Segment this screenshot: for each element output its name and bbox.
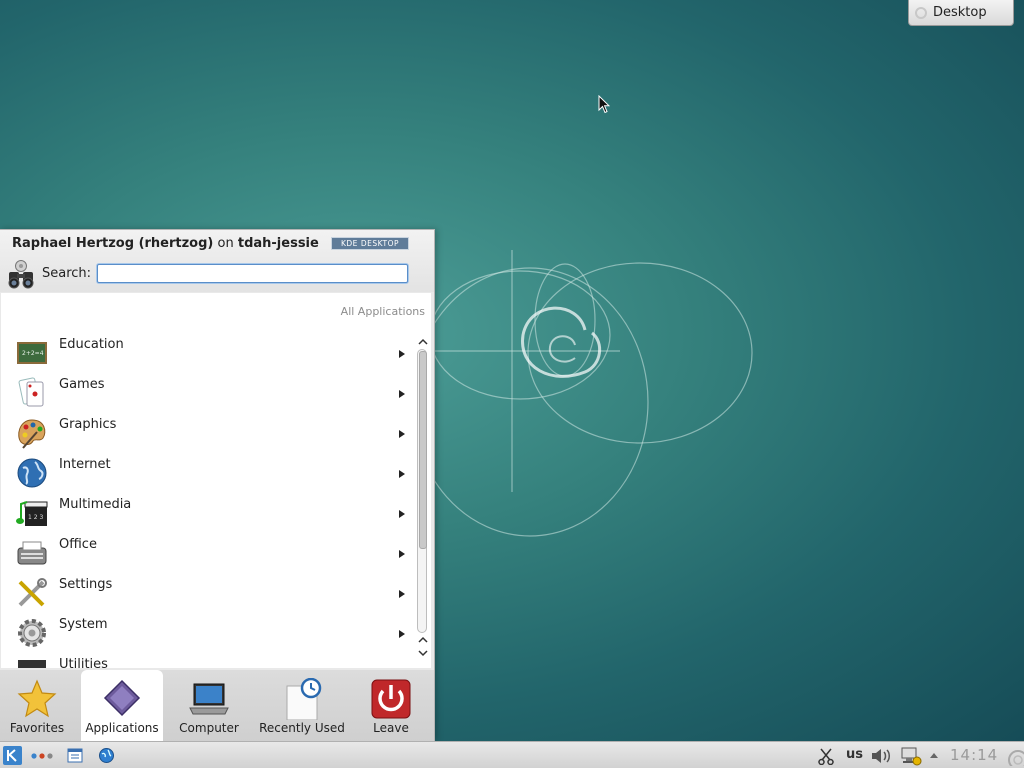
- category-label: Utilities: [59, 657, 108, 668]
- scroll-track[interactable]: [417, 349, 427, 633]
- scroll-thumb[interactable]: [419, 351, 427, 549]
- system-icon: [18, 619, 46, 647]
- activity-dots-icon[interactable]: [31, 753, 53, 759]
- tray-expand-arrow-icon[interactable]: [930, 753, 938, 758]
- user-host-line: Raphael Hertzog (rhertzog) on tdah-jessi…: [12, 236, 319, 251]
- submenu-arrow-icon: [399, 390, 405, 398]
- education-icon: 2+2=4: [17, 342, 47, 364]
- submenu-arrow-icon: [399, 470, 405, 478]
- applications-icon: [103, 679, 141, 717]
- breadcrumb-all-applications[interactable]: All Applications: [341, 305, 425, 318]
- kde-desktop-badge: KDE DESKTOP: [331, 237, 409, 250]
- category-label: Graphics: [59, 417, 117, 432]
- category-label: Internet: [59, 457, 111, 472]
- category-system[interactable]: System: [1, 613, 413, 653]
- submenu-arrow-icon: [399, 590, 405, 598]
- internet-icon: [17, 458, 47, 488]
- category-label: Games: [59, 377, 105, 392]
- search-input[interactable]: [97, 264, 408, 283]
- office-icon: [17, 541, 47, 565]
- digital-clock[interactable]: 14:14: [950, 746, 998, 764]
- tab-label: Leave: [373, 721, 409, 735]
- category-label: Settings: [59, 577, 113, 592]
- recently-used-icon: [286, 678, 322, 720]
- desktop-toolbox-button[interactable]: Desktop: [908, 0, 1014, 26]
- games-icon: [18, 377, 44, 407]
- tab-label: Recently Used: [259, 721, 345, 735]
- desktop-toolbox-label: Desktop: [933, 5, 987, 20]
- taskbar-panel: us 14:14: [0, 741, 1024, 768]
- category-label: Multimedia: [59, 497, 132, 512]
- star-icon: [17, 679, 57, 718]
- graphics-icon: [18, 419, 46, 449]
- svg-text:2+2=4: 2+2=4: [22, 350, 44, 357]
- category-settings[interactable]: Settings: [1, 573, 413, 613]
- list-scrollbar[interactable]: [416, 337, 430, 663]
- tab-computer[interactable]: Computer: [174, 670, 244, 742]
- computer-icon: [189, 683, 229, 715]
- kde-badge-right: DESKTOP: [360, 239, 400, 248]
- submenu-arrow-icon: [399, 630, 405, 638]
- category-games[interactable]: Games: [1, 373, 413, 413]
- volume-icon[interactable]: [870, 747, 892, 765]
- network-icon[interactable]: [900, 746, 922, 766]
- launcher-header: Raphael Hertzog (rhertzog) on tdah-jessi…: [0, 230, 434, 292]
- tab-label: Applications: [85, 721, 159, 735]
- svg-text:1 2 3: 1 2 3: [28, 514, 43, 521]
- category-utilities[interactable]: Utilities: [1, 653, 413, 668]
- scroll-down-icon[interactable]: [418, 648, 428, 658]
- category-internet[interactable]: Internet: [1, 453, 413, 493]
- on-text: on: [217, 236, 234, 251]
- category-office[interactable]: Office: [1, 533, 413, 573]
- application-launcher-menu: Raphael Hertzog (rhertzog) on tdah-jessi…: [0, 229, 435, 742]
- kde-menu-icon[interactable]: [3, 746, 22, 765]
- tab-recently-used[interactable]: Recently Used: [256, 670, 348, 742]
- file-manager-icon[interactable]: [67, 748, 83, 763]
- panel-toolbox-icon[interactable]: [1004, 746, 1024, 766]
- scroll-up-icon[interactable]: [418, 635, 428, 645]
- power-icon: [371, 679, 411, 719]
- utilities-icon: [18, 660, 46, 668]
- submenu-arrow-icon: [399, 550, 405, 558]
- keyboard-layout-indicator[interactable]: us: [846, 747, 863, 762]
- tab-applications[interactable]: Applications: [81, 670, 163, 742]
- tab-label: Computer: [179, 721, 239, 735]
- binoculars-icon: [8, 260, 34, 289]
- tab-label: Favorites: [9, 721, 65, 735]
- kde-badge-left: KDE: [340, 239, 358, 248]
- category-label: Office: [59, 537, 97, 552]
- search-label: Search:: [42, 266, 92, 281]
- category-education[interactable]: 2+2=4 Education: [1, 333, 413, 373]
- category-multimedia[interactable]: 1 2 3 Multimedia: [1, 493, 413, 533]
- tab-leave[interactable]: Leave: [360, 670, 422, 742]
- submenu-arrow-icon: [399, 430, 405, 438]
- browser-icon[interactable]: [98, 747, 115, 764]
- category-label: Education: [59, 337, 124, 352]
- scissors-icon[interactable]: [817, 747, 835, 765]
- scroll-up-icon[interactable]: [418, 337, 428, 347]
- category-graphics[interactable]: Graphics: [1, 413, 413, 453]
- launcher-tab-bar: Favorites Applications Computer Recently…: [0, 670, 434, 742]
- plasma-toolbox-icon: [915, 6, 927, 19]
- application-category-list: All Applications 2+2=4 Education Games G…: [1, 293, 431, 668]
- kde-logo-icon: [7, 749, 17, 762]
- host-name: tdah-jessie: [237, 236, 319, 251]
- settings-icon: [18, 578, 47, 607]
- user-name: Raphael Hertzog (rhertzog): [12, 236, 214, 251]
- mouse-cursor-icon: [598, 95, 610, 114]
- tab-favorites[interactable]: Favorites: [0, 670, 74, 742]
- multimedia-icon: 1 2 3: [16, 501, 48, 526]
- submenu-arrow-icon: [399, 350, 405, 358]
- submenu-arrow-icon: [399, 510, 405, 518]
- category-label: System: [59, 617, 108, 632]
